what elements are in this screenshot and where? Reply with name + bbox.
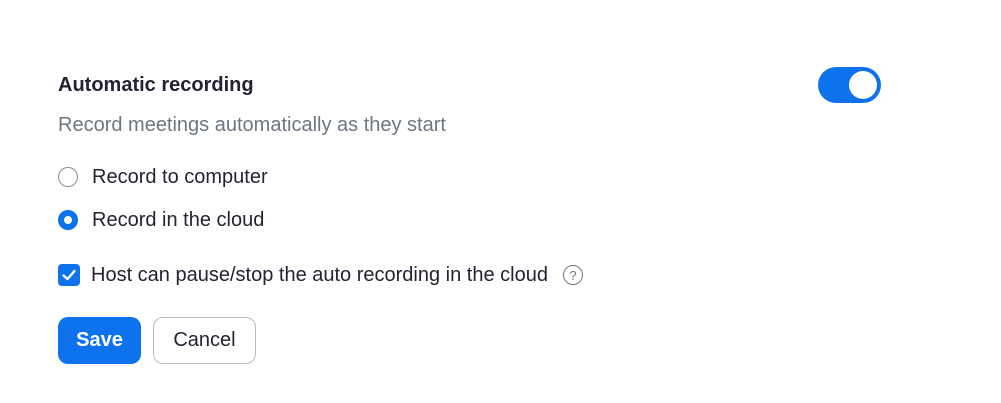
- toggle-knob: [849, 71, 877, 99]
- checkmark-icon: [62, 269, 76, 281]
- radio-button-unchecked-icon[interactable]: [58, 167, 78, 187]
- host-pause-label: Host can pause/stop the auto recording i…: [91, 264, 548, 286]
- automatic-recording-toggle[interactable]: [818, 67, 881, 103]
- question-circle-icon[interactable]: ?: [562, 265, 583, 285]
- setting-title: Automatic recording: [58, 74, 254, 96]
- host-pause-checkbox[interactable]: [58, 264, 80, 286]
- cancel-button[interactable]: Cancel: [153, 317, 256, 364]
- setting-description: Record meetings automatically as they st…: [58, 114, 446, 136]
- save-button[interactable]: Save: [58, 317, 141, 364]
- radio-label-record-in-cloud: Record in the cloud: [92, 209, 265, 231]
- radio-label-record-to-computer: Record to computer: [92, 166, 268, 188]
- automatic-recording-panel: Automatic recording Record meetings auto…: [0, 0, 1001, 403]
- radio-record-to-computer[interactable]: Record to computer: [58, 164, 268, 190]
- radio-button-checked-icon[interactable]: [58, 210, 78, 230]
- radio-record-in-cloud[interactable]: Record in the cloud: [58, 207, 264, 233]
- host-pause-option: Host can pause/stop the auto recording i…: [58, 262, 583, 288]
